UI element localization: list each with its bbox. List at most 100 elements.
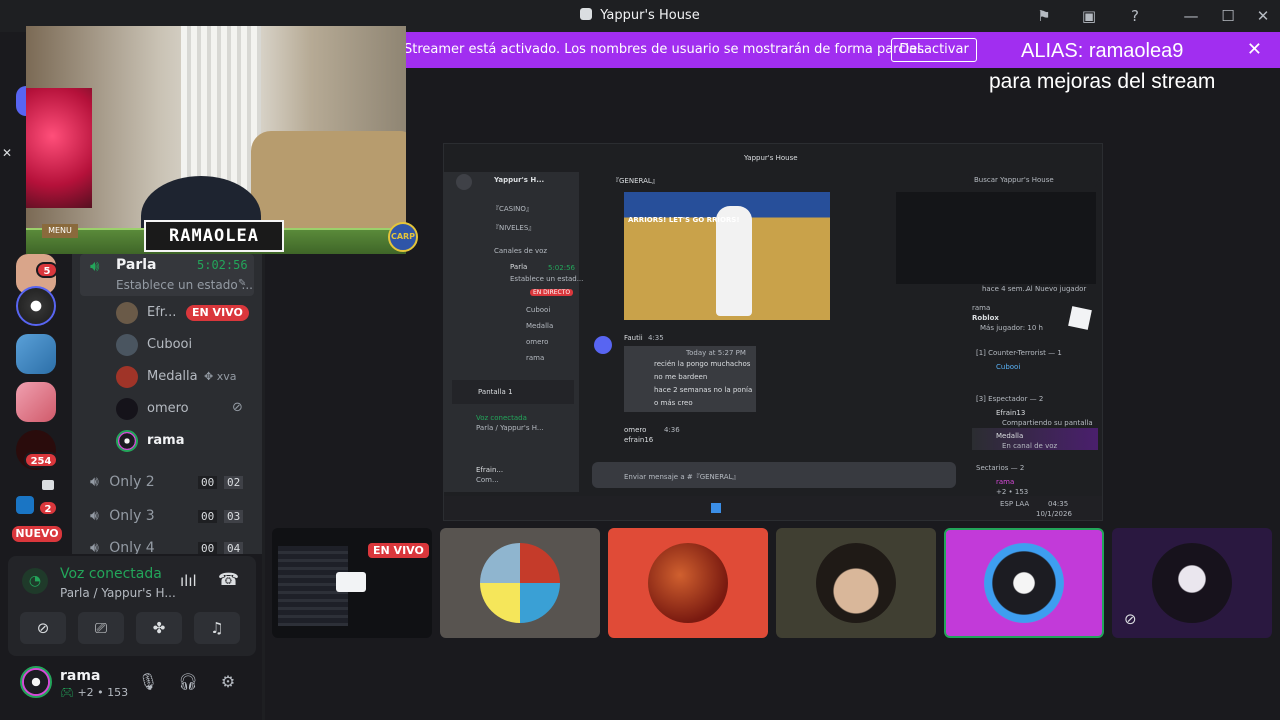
camera-off-button[interactable]: ⊘ bbox=[20, 612, 66, 644]
voice-status[interactable]: Voz conectada bbox=[60, 566, 162, 582]
shared-member: rama bbox=[526, 354, 545, 362]
shared-stats: hace 4 sem... bbox=[982, 285, 1030, 293]
participant-tile[interactable]: ⊘ bbox=[1112, 528, 1272, 638]
server-avatar-2[interactable] bbox=[16, 286, 56, 326]
shared-quote-time: Today at 5:27 PM bbox=[686, 349, 746, 357]
shared-member: Medalla bbox=[526, 322, 554, 330]
help-icon[interactable]: ? bbox=[1124, 6, 1146, 26]
server-rail: 5 254 2 NUEVO bbox=[0, 254, 72, 554]
member-name[interactable]: Cubooi bbox=[147, 337, 192, 352]
edit-icon[interactable]: ✎ bbox=[238, 278, 246, 289]
user-count: 00 bbox=[198, 510, 218, 523]
muted-mic-icon: ⊘ bbox=[1124, 610, 1137, 628]
roblox-icon bbox=[1068, 306, 1092, 330]
shared-member-sub: En canal de voz bbox=[1002, 442, 1058, 450]
shared-member: Cubooi bbox=[526, 306, 551, 314]
participant-tile[interactable] bbox=[440, 528, 600, 638]
avatar[interactable] bbox=[20, 666, 52, 698]
shared-parla: Parla bbox=[510, 263, 528, 271]
shared-tray-time: 04:35 bbox=[1048, 500, 1069, 508]
member-name[interactable]: omero bbox=[147, 401, 189, 416]
shared-group-header: [1] Counter-Terrorist — 1 bbox=[976, 349, 1062, 357]
noise-suppression-icon[interactable]: ılıl bbox=[180, 572, 197, 590]
divider bbox=[262, 254, 265, 720]
new-badge[interactable]: NUEVO bbox=[10, 524, 64, 544]
server-avatar-3[interactable] bbox=[16, 334, 56, 374]
avatar[interactable] bbox=[116, 334, 138, 356]
shared-time: 4:35 bbox=[648, 334, 664, 342]
close-window-button[interactable]: ✕ bbox=[1252, 6, 1274, 26]
server-avatar-6[interactable] bbox=[16, 496, 34, 514]
club-badge: CARP bbox=[388, 222, 418, 252]
avatar bbox=[480, 543, 560, 623]
shared-input-placeholder: Enviar mensaje a #『GENERAL』 bbox=[624, 473, 740, 481]
server-badge-2: 254 bbox=[24, 452, 58, 468]
shared-member: omero bbox=[526, 338, 549, 346]
shared-avatar bbox=[594, 336, 612, 354]
disconnect-icon[interactable]: ☎ bbox=[218, 570, 239, 590]
voice-channel-parla[interactable]: 🔊︎ Parla 5:02:56 Establece un estado ...… bbox=[80, 254, 254, 296]
signal-icon[interactable]: ◔ bbox=[22, 568, 48, 594]
avatar[interactable] bbox=[116, 398, 138, 420]
member-name[interactable]: rama bbox=[147, 433, 185, 448]
shared-group-header: [3] Espectador — 2 bbox=[976, 395, 1044, 403]
shared-nested-stream bbox=[896, 192, 1096, 284]
shared-stats: Al Nuevo jugador bbox=[1026, 285, 1087, 293]
shared-channel-header: 『GENERAL』 bbox=[612, 177, 659, 185]
close-icon[interactable]: ✕ bbox=[2, 146, 12, 160]
participant-tile[interactable] bbox=[776, 528, 936, 638]
avatar bbox=[816, 543, 896, 623]
user-status: 🎮︎ +2 • 153 bbox=[60, 686, 129, 699]
headphones-icon[interactable]: 🎧︎ bbox=[176, 672, 200, 696]
stream-subtitle-overlay: para mejoras del stream bbox=[989, 70, 1216, 93]
voice-channel-only-4[interactable]: 🔊︎ Only 4 bbox=[90, 540, 155, 554]
shared-quote-line: o más creo bbox=[654, 399, 693, 407]
settings-icon[interactable]: ⚙ bbox=[216, 672, 240, 696]
shared-author: omero bbox=[624, 426, 647, 434]
avatar[interactable] bbox=[116, 430, 138, 452]
live-badge: EN VIVO bbox=[368, 543, 429, 558]
member-name[interactable]: Medalla bbox=[147, 369, 198, 384]
avatar[interactable] bbox=[116, 302, 138, 324]
user-panel: rama 🎮︎ +2 • 153 🎙︎ 🎧︎ ⚙ bbox=[8, 660, 256, 708]
screen-share-view[interactable]: Yappur's House Yappur's H... 『CASINO』 『N… bbox=[443, 143, 1103, 521]
banner-close-icon[interactable]: ✕ bbox=[1247, 39, 1262, 60]
shared-window-title: Yappur's House bbox=[744, 154, 798, 162]
shared-quote-line: no me bardeen bbox=[654, 373, 708, 381]
shared-search-text: Buscar Yappur's House bbox=[974, 176, 1054, 184]
mic-icon[interactable]: 🎙︎ bbox=[136, 672, 160, 696]
username[interactable]: rama bbox=[60, 668, 100, 684]
activities-button[interactable]: ✤ bbox=[136, 612, 182, 644]
server-avatar-4[interactable] bbox=[16, 382, 56, 422]
maximize-button[interactable]: ☐ bbox=[1217, 6, 1239, 26]
shared-member: Medalla bbox=[996, 432, 1024, 440]
user-count: 00 bbox=[198, 476, 218, 489]
voice-channel-only-2[interactable]: 🔊︎ Only 2 bbox=[90, 474, 155, 490]
minimize-button[interactable]: — bbox=[1180, 6, 1202, 26]
monitor-icon bbox=[42, 480, 54, 490]
screen-share-button[interactable]: ⎚ bbox=[78, 612, 124, 644]
shared-tray-date: 10/1/2026 bbox=[1036, 510, 1072, 518]
shared-channel: 『NIVELES』 bbox=[492, 224, 536, 232]
avatar bbox=[648, 543, 728, 623]
voice-channel-only-3[interactable]: 🔊︎ Only 3 bbox=[90, 508, 155, 524]
screen-icon[interactable]: ▣ bbox=[1078, 6, 1100, 26]
shared-group-header: Sectarios — 2 bbox=[976, 464, 1025, 472]
user-limit: 02 bbox=[224, 476, 244, 489]
shared-live-badge: EN DIRECTO bbox=[530, 289, 574, 296]
shared-vc-status: Voz conectada bbox=[476, 414, 527, 422]
alias-overlay: ALIAS: ramaolea9 bbox=[1021, 40, 1184, 62]
inbox-flag-icon[interactable]: ⚑ bbox=[1033, 6, 1055, 26]
channel-status: Establece un estado ... bbox=[116, 278, 253, 292]
shared-quote-line: recién la pongo muchachos bbox=[654, 360, 751, 368]
stream-tile-live[interactable]: EN VIVO bbox=[272, 528, 432, 638]
avatar[interactable] bbox=[116, 366, 138, 388]
deactivate-button[interactable]: Desactivar bbox=[891, 38, 977, 62]
avatar bbox=[984, 543, 1064, 623]
participant-tile-speaking[interactable] bbox=[944, 528, 1104, 638]
soundboard-button[interactable]: ♫ bbox=[194, 612, 240, 644]
member-name[interactable]: Efr... bbox=[147, 305, 176, 320]
voice-location[interactable]: Parla / Yappur's H... bbox=[60, 586, 176, 600]
webcam-menu-label: MENU bbox=[42, 224, 78, 238]
participant-tile[interactable] bbox=[608, 528, 768, 638]
